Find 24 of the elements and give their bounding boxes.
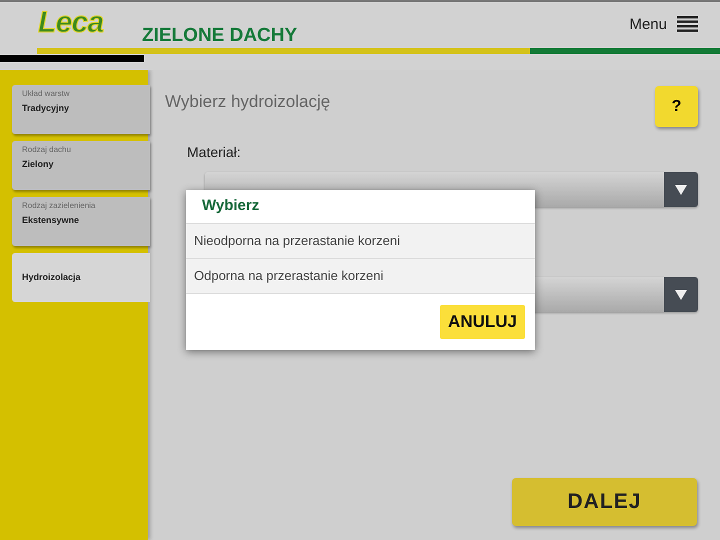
field-label: Materiał: [187, 143, 241, 162]
step-tab[interactable]: Układ warstw Tradycyjny [12, 85, 150, 134]
option-item[interactable]: Odporna na przerastanie korzeni [186, 259, 535, 294]
menu-label[interactable]: Menu [629, 14, 667, 36]
help-button[interactable]: ? [655, 86, 698, 127]
step-value: Tradycyjny [22, 104, 70, 113]
dropdown-arrow-icon [675, 184, 687, 194]
step-value: Ekstensywne [22, 216, 80, 225]
page-heading: Wybierz hydroizolację [165, 91, 330, 113]
step-value: Hydroizolacja [22, 273, 82, 282]
step-tab[interactable]: Hydroizolacja [12, 253, 150, 302]
step-caption: Rodzaj zazielenienia [22, 202, 96, 210]
step-tab[interactable]: Rodzaj dachu Zielony [12, 141, 150, 190]
next-button[interactable]: DALEJ [512, 478, 697, 526]
dialog-title: Wybierz [202, 196, 260, 216]
step-value: Zielony [22, 160, 55, 169]
cancel-button[interactable]: ANULUJ [440, 305, 525, 339]
app-title: ZIELONE DACHY [142, 24, 298, 48]
option-item[interactable]: Nieodporna na przerastanie korzeni [186, 224, 535, 259]
dropdown-arrow-icon [675, 290, 687, 300]
step-caption: Układ warstw [22, 90, 71, 98]
step-tab[interactable]: Rodzaj zazielenienia Ekstensywne [12, 197, 150, 246]
logo: Leca [38, 8, 104, 38]
step-caption: Rodzaj dachu [22, 146, 72, 154]
